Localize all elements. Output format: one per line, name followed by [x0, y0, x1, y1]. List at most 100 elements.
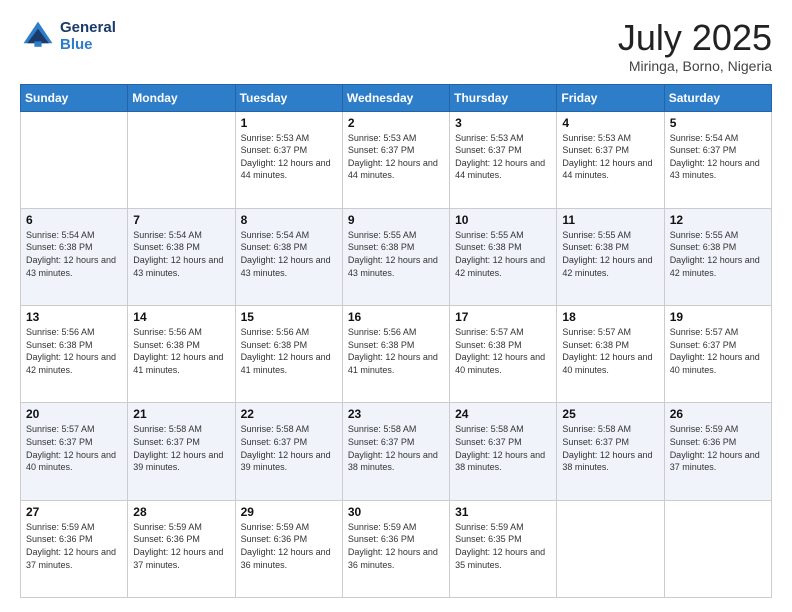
day-info: Sunrise: 5:59 AMSunset: 6:36 PMDaylight:… [133, 521, 229, 571]
day-number: 13 [26, 310, 122, 324]
calendar-cell: 14 Sunrise: 5:56 AMSunset: 6:38 PMDayligh… [128, 306, 235, 403]
calendar-week-5: 27 Sunrise: 5:59 AMSunset: 6:36 PMDayligh… [21, 500, 772, 597]
location: Miringa, Borno, Nigeria [618, 58, 772, 74]
calendar-cell [128, 111, 235, 208]
day-number: 7 [133, 213, 229, 227]
day-number: 17 [455, 310, 551, 324]
day-info: Sunrise: 5:53 AMSunset: 6:37 PMDaylight:… [241, 132, 337, 182]
day-number: 11 [562, 213, 658, 227]
calendar-header-thursday: Thursday [450, 84, 557, 111]
day-number: 2 [348, 116, 444, 130]
day-number: 12 [670, 213, 766, 227]
calendar-cell [557, 500, 664, 597]
day-number: 15 [241, 310, 337, 324]
day-number: 20 [26, 407, 122, 421]
calendar-cell: 23Sunrise: 5:58 AMSunset: 6:37 PMDayligh… [342, 403, 449, 500]
calendar-cell: 5 Sunrise: 5:54 AMSunset: 6:37 PMDaylight… [664, 111, 771, 208]
calendar-header-sunday: Sunday [21, 84, 128, 111]
day-info: Sunrise: 5:59 AMSunset: 6:36 PMDaylight:… [348, 521, 444, 571]
day-number: 9 [348, 213, 444, 227]
calendar-table: SundayMondayTuesdayWednesdayThursdayFrid… [20, 84, 772, 598]
calendar-cell: 2 Sunrise: 5:53 AMSunset: 6:37 PMDaylight… [342, 111, 449, 208]
calendar-header-monday: Monday [128, 84, 235, 111]
day-number: 16 [348, 310, 444, 324]
calendar-cell: 22 Sunrise: 5:58 AMSunset: 6:37 PMDayligh… [235, 403, 342, 500]
calendar-week-3: 13 Sunrise: 5:56 AMSunset: 6:38 PMDayligh… [21, 306, 772, 403]
day-info: Sunrise: 5:58 AMSunset: 6:37 PMDaylight:… [241, 423, 337, 473]
calendar-cell [664, 500, 771, 597]
calendar-cell: 4Sunrise: 5:53 AMSunset: 6:37 PMDaylight… [557, 111, 664, 208]
calendar-week-4: 20 Sunrise: 5:57 AMSunset: 6:37 PMDayligh… [21, 403, 772, 500]
day-info: Sunrise: 5:59 AMSunset: 6:35 PMDaylight:… [455, 521, 551, 571]
day-info: Sunrise: 5:57 AMSunset: 6:37 PMDaylight:… [670, 326, 766, 376]
day-info: Sunrise: 5:58 AMSunset: 6:37 PMDaylight:… [562, 423, 658, 473]
day-info: Sunrise: 5:56 AMSunset: 6:38 PMDaylight:… [26, 326, 122, 376]
calendar-cell: 28 Sunrise: 5:59 AMSunset: 6:36 PMDayligh… [128, 500, 235, 597]
day-number: 1 [241, 116, 337, 130]
day-info: Sunrise: 5:55 AMSunset: 6:38 PMDaylight:… [562, 229, 658, 279]
logo-icon [20, 18, 56, 54]
calendar-cell: 12 Sunrise: 5:55 AMSunset: 6:38 PMDayligh… [664, 208, 771, 305]
day-number: 14 [133, 310, 229, 324]
day-info: Sunrise: 5:54 AMSunset: 6:38 PMDaylight:… [26, 229, 122, 279]
day-number: 4 [562, 116, 658, 130]
calendar-cell: 18Sunrise: 5:57 AMSunset: 6:38 PMDayligh… [557, 306, 664, 403]
day-info: Sunrise: 5:59 AMSunset: 6:36 PMDaylight:… [26, 521, 122, 571]
calendar-cell: 27 Sunrise: 5:59 AMSunset: 6:36 PMDayligh… [21, 500, 128, 597]
day-number: 24 [455, 407, 551, 421]
calendar-cell: 3 Sunrise: 5:53 AMSunset: 6:37 PMDaylight… [450, 111, 557, 208]
calendar-cell: 7 Sunrise: 5:54 AMSunset: 6:38 PMDaylight… [128, 208, 235, 305]
day-info: Sunrise: 5:54 AMSunset: 6:37 PMDaylight:… [670, 132, 766, 182]
calendar-cell: 30 Sunrise: 5:59 AMSunset: 6:36 PMDayligh… [342, 500, 449, 597]
calendar-cell: 10 Sunrise: 5:55 AMSunset: 6:38 PMDayligh… [450, 208, 557, 305]
day-info: Sunrise: 5:59 AMSunset: 6:36 PMDaylight:… [670, 423, 766, 473]
day-number: 6 [26, 213, 122, 227]
day-info: Sunrise: 5:55 AMSunset: 6:38 PMDaylight:… [670, 229, 766, 279]
day-number: 10 [455, 213, 551, 227]
day-info: Sunrise: 5:54 AMSunset: 6:38 PMDaylight:… [133, 229, 229, 279]
day-info: Sunrise: 5:57 AMSunset: 6:37 PMDaylight:… [26, 423, 122, 473]
calendar-cell: 6 Sunrise: 5:54 AMSunset: 6:38 PMDaylight… [21, 208, 128, 305]
day-number: 18 [562, 310, 658, 324]
day-info: Sunrise: 5:56 AMSunset: 6:38 PMDaylight:… [241, 326, 337, 376]
calendar-header-tuesday: Tuesday [235, 84, 342, 111]
day-info: Sunrise: 5:55 AMSunset: 6:38 PMDaylight:… [455, 229, 551, 279]
day-number: 31 [455, 505, 551, 519]
calendar-header-row: SundayMondayTuesdayWednesdayThursdayFrid… [21, 84, 772, 111]
calendar-header-wednesday: Wednesday [342, 84, 449, 111]
calendar-week-2: 6 Sunrise: 5:54 AMSunset: 6:38 PMDaylight… [21, 208, 772, 305]
day-info: Sunrise: 5:54 AMSunset: 6:38 PMDaylight:… [241, 229, 337, 279]
day-info: Sunrise: 5:53 AMSunset: 6:37 PMDaylight:… [455, 132, 551, 182]
calendar-cell: 25Sunrise: 5:58 AMSunset: 6:37 PMDayligh… [557, 403, 664, 500]
day-number: 21 [133, 407, 229, 421]
day-number: 27 [26, 505, 122, 519]
day-info: Sunrise: 5:58 AMSunset: 6:37 PMDaylight:… [348, 423, 444, 473]
day-number: 28 [133, 505, 229, 519]
calendar-cell: 19Sunrise: 5:57 AMSunset: 6:37 PMDayligh… [664, 306, 771, 403]
day-info: Sunrise: 5:56 AMSunset: 6:38 PMDaylight:… [133, 326, 229, 376]
calendar-week-1: 1 Sunrise: 5:53 AMSunset: 6:37 PMDaylight… [21, 111, 772, 208]
calendar-cell: 24Sunrise: 5:58 AMSunset: 6:37 PMDayligh… [450, 403, 557, 500]
calendar-header-saturday: Saturday [664, 84, 771, 111]
calendar-cell: 13 Sunrise: 5:56 AMSunset: 6:38 PMDayligh… [21, 306, 128, 403]
logo-text: General Blue [60, 19, 116, 53]
calendar-cell: 20 Sunrise: 5:57 AMSunset: 6:37 PMDayligh… [21, 403, 128, 500]
day-info: Sunrise: 5:56 AMSunset: 6:38 PMDaylight:… [348, 326, 444, 376]
calendar-cell: 29Sunrise: 5:59 AMSunset: 6:36 PMDayligh… [235, 500, 342, 597]
calendar-cell: 17Sunrise: 5:57 AMSunset: 6:38 PMDayligh… [450, 306, 557, 403]
day-number: 26 [670, 407, 766, 421]
header: General Blue July 2025 Miringa, Borno, N… [20, 18, 772, 74]
title-block: July 2025 Miringa, Borno, Nigeria [618, 18, 772, 74]
day-number: 8 [241, 213, 337, 227]
calendar-cell: 1 Sunrise: 5:53 AMSunset: 6:37 PMDaylight… [235, 111, 342, 208]
month-year: July 2025 [618, 18, 772, 58]
day-number: 5 [670, 116, 766, 130]
day-number: 22 [241, 407, 337, 421]
day-info: Sunrise: 5:53 AMSunset: 6:37 PMDaylight:… [348, 132, 444, 182]
calendar-cell [21, 111, 128, 208]
page: General Blue July 2025 Miringa, Borno, N… [0, 0, 792, 612]
day-number: 30 [348, 505, 444, 519]
day-number: 3 [455, 116, 551, 130]
day-number: 29 [241, 505, 337, 519]
calendar-cell: 21Sunrise: 5:58 AMSunset: 6:37 PMDayligh… [128, 403, 235, 500]
